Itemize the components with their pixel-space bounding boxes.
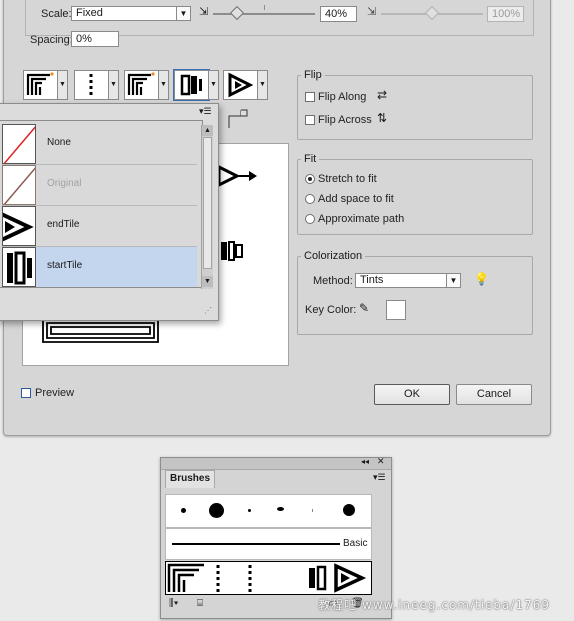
flip-across-checkbox[interactable]: [305, 115, 315, 125]
method-label: Method:: [313, 275, 353, 287]
inner-corner-tile-button[interactable]: [124, 70, 159, 100]
end-tile-icon: [228, 72, 254, 98]
key-color-label: Key Color:: [305, 304, 357, 316]
ok-button[interactable]: OK: [374, 384, 450, 405]
outer-corner-tile-button[interactable]: [74, 70, 109, 100]
add-space-label: Add space to fit: [318, 193, 394, 205]
approximate-path-radio[interactable]: [305, 214, 315, 224]
close-icon[interactable]: ✕: [377, 456, 385, 467]
scale-method-value: Fixed: [76, 7, 103, 19]
side-tile-icon: [26, 72, 54, 95]
scroll-up-icon[interactable]: ▲: [202, 125, 213, 136]
spacing-label: Spacing:: [30, 34, 73, 46]
spacing-field[interactable]: 0%: [71, 31, 119, 47]
pattern-brush-row[interactable]: [165, 561, 372, 595]
flip-group: [297, 75, 533, 140]
chevron-down-icon: ▼: [446, 274, 460, 287]
brush-tip-10pt[interactable]: [209, 503, 224, 518]
chevron-down-icon: ▼: [176, 7, 190, 20]
tile-list: None Original endTile startTile: [0, 120, 203, 288]
panel-titlebar[interactable]: ◂◂ ✕: [161, 456, 391, 470]
end-tile-button[interactable]: [223, 70, 258, 100]
start-tile-dropdown[interactable]: ▼: [209, 70, 219, 100]
tips-lightbulb-icon[interactable]: 💡: [474, 272, 489, 286]
scale-slider-track[interactable]: [213, 13, 315, 15]
scrollbar-thumb[interactable]: [203, 137, 212, 269]
list-item-label: None: [47, 137, 71, 148]
flip-along-icon: ⇄: [377, 88, 388, 102]
tile-menu-popup: ▾☰ None Original endTile startTile ▲ ▼ ⋰: [0, 103, 219, 321]
scale-method-select[interactable]: Fixed ▼: [71, 6, 191, 21]
panel-menu-icon[interactable]: ▾☰: [199, 106, 212, 117]
scale-max-icon: ⇲: [367, 6, 377, 18]
brush-tip-3pt[interactable]: [181, 508, 186, 513]
end-tile-dropdown[interactable]: ▼: [258, 70, 268, 100]
scale-label: Scale:: [41, 8, 72, 20]
flip-across-icon: ⇅: [377, 111, 388, 125]
flip-along-label: Flip Along: [318, 91, 367, 103]
key-color-swatch[interactable]: [386, 300, 406, 320]
corner-option-icon: [227, 108, 249, 130]
outer-corner-tile-dropdown[interactable]: ▼: [109, 70, 119, 100]
none-swatch-icon: [2, 124, 36, 164]
brush-tip-calligraphic[interactable]: [277, 507, 284, 511]
original-swatch-icon: [2, 165, 36, 205]
list-item-label: startTile: [47, 260, 83, 271]
list-item-original[interactable]: Original: [2, 165, 197, 206]
inner-corner-tile-dropdown[interactable]: ▼: [159, 70, 169, 100]
cancel-button[interactable]: Cancel: [456, 384, 532, 405]
tab-brushes[interactable]: Brushes: [165, 470, 215, 488]
side-tile-dropdown[interactable]: ▼: [58, 70, 68, 100]
dotted-line-icon: [89, 74, 93, 96]
scale-percent-field[interactable]: 40%: [320, 6, 357, 22]
collapse-icon[interactable]: ◂◂: [361, 457, 369, 466]
scale-slider-tick: [264, 5, 265, 10]
method-select[interactable]: Tints ▼: [355, 273, 461, 288]
brush-tip-1pt[interactable]: [248, 509, 251, 512]
list-item-none[interactable]: None: [2, 124, 197, 165]
list-item-label: Original: [47, 178, 82, 189]
scroll-down-icon[interactable]: ▼: [202, 276, 213, 287]
start-tile-icon: [180, 74, 202, 96]
list-item-endtile[interactable]: endTile: [2, 206, 197, 247]
resize-grip-icon[interactable]: ⋰: [204, 306, 212, 315]
brushes-tab-label: Brushes: [170, 473, 211, 484]
list-item-starttile[interactable]: startTile: [2, 247, 197, 287]
end-tile-icon: [2, 206, 36, 246]
brush-tip-hairline[interactable]: [312, 509, 313, 512]
flip-group-title: Flip: [301, 69, 325, 81]
eyedropper-icon[interactable]: ✎: [359, 301, 369, 315]
basic-brush-row[interactable]: Basic: [165, 528, 372, 560]
preview-label: Preview: [35, 387, 75, 399]
list-item-label: endTile: [47, 219, 80, 230]
scale-min-icon: ⇲: [199, 6, 209, 18]
stretch-to-fit-radio[interactable]: [305, 174, 315, 184]
panel-menu-icon[interactable]: ▾☰: [373, 472, 386, 483]
pattern-brush-preview: [167, 563, 367, 593]
method-value: Tints: [360, 274, 384, 286]
colorization-group: [297, 256, 533, 335]
watermark-text: 教程吧 www.ineeg.com/tieba/1769: [318, 598, 550, 612]
brushes-panel: ◂◂ ✕ Brushes ▾☰ Basic ⫼▾ ⌸ ▭ 🗑: [160, 456, 392, 619]
approximate-path-label: Approximate path: [318, 213, 405, 225]
basic-brush-stroke: [172, 543, 340, 545]
colorization-group-title: Colorization: [301, 250, 366, 262]
add-space-radio[interactable]: [305, 194, 315, 204]
preview-checkbox[interactable]: [21, 388, 31, 398]
corner-tile-icon: [127, 72, 155, 95]
scale-max-percent-field: 100%: [487, 6, 524, 22]
brush-tip-row: [165, 494, 372, 528]
brush-tip-8pt[interactable]: [343, 504, 355, 516]
list-scrollbar[interactable]: ▲ ▼: [201, 125, 213, 289]
basic-brush-label: Basic: [343, 538, 368, 549]
flip-along-checkbox[interactable]: [305, 92, 315, 102]
side-tile-button[interactable]: [23, 70, 58, 100]
stretch-to-fit-label: Stretch to fit: [318, 173, 377, 185]
libraries-panel-icon[interactable]: ⌸: [197, 598, 203, 609]
fit-group-title: Fit: [301, 153, 320, 165]
start-tile-icon: [2, 247, 36, 287]
brush-libraries-icon[interactable]: ⫼▾: [169, 598, 178, 609]
start-tile-button[interactable]: [173, 69, 210, 101]
flip-across-label: Flip Across: [318, 114, 372, 126]
